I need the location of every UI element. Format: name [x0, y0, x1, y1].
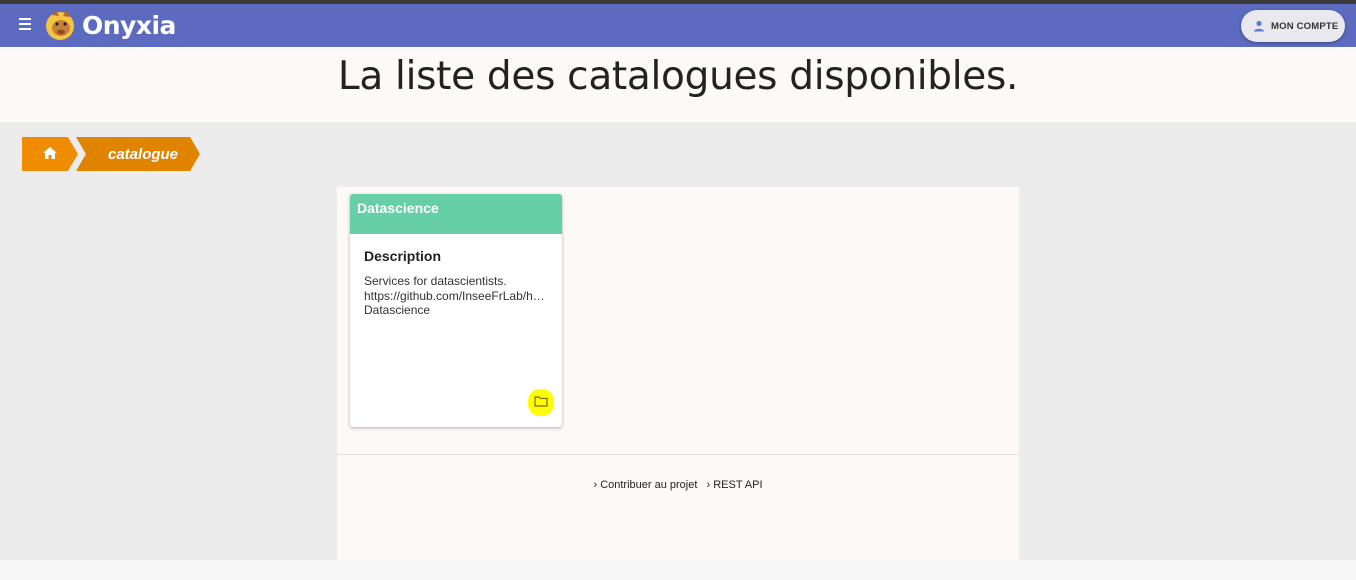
- catalog-card-description-title: Description: [364, 248, 442, 264]
- home-icon: [43, 147, 57, 159]
- footer-link-rest-api[interactable]: › REST API: [706, 479, 762, 491]
- folder-icon: [534, 396, 548, 407]
- menu-icon[interactable]: [19, 18, 34, 32]
- footer-links: › Contribuer au projet › REST API: [337, 479, 1019, 491]
- page-title: La liste des catalogues disponibles.: [337, 54, 1019, 99]
- catalog-description-line: Datascience: [364, 303, 431, 317]
- person-icon: [1254, 20, 1264, 32]
- catalog-description-line[interactable]: https://github.com/InseeFrLab/helm-chart…: [364, 289, 548, 304]
- bottom-strip: [0, 560, 1356, 580]
- catalog-card-header[interactable]: Datascience: [350, 194, 562, 234]
- breadcrumb-catalogue[interactable]: catalogue: [76, 137, 200, 171]
- catalog-card-body: Description Services for datascientists.…: [350, 234, 562, 332]
- breadcrumb-home[interactable]: [22, 137, 78, 171]
- footer-divider: [337, 454, 1019, 455]
- account-button[interactable]: MON COMPTE: [1241, 10, 1345, 42]
- onyxia-logo-icon: [46, 10, 74, 40]
- footer-link-contribute[interactable]: › Contribuer au projet: [593, 479, 697, 491]
- app-bar: Onyxia MON COMPTE: [0, 4, 1356, 47]
- account-button-label: MON COMPTE: [1271, 20, 1339, 32]
- catalog-card-datascience: Datascience Description Services for dat…: [350, 194, 562, 427]
- breadcrumb-catalogue-label: catalogue: [108, 146, 179, 163]
- open-catalog-button[interactable]: [526, 388, 556, 418]
- catalog-description-line: Services for datascientists.: [364, 274, 507, 288]
- app-brand[interactable]: Onyxia: [82, 11, 176, 40]
- catalog-card-title: Datascience: [357, 200, 439, 216]
- hero-banner: La liste des catalogues disponibles.: [0, 47, 1356, 122]
